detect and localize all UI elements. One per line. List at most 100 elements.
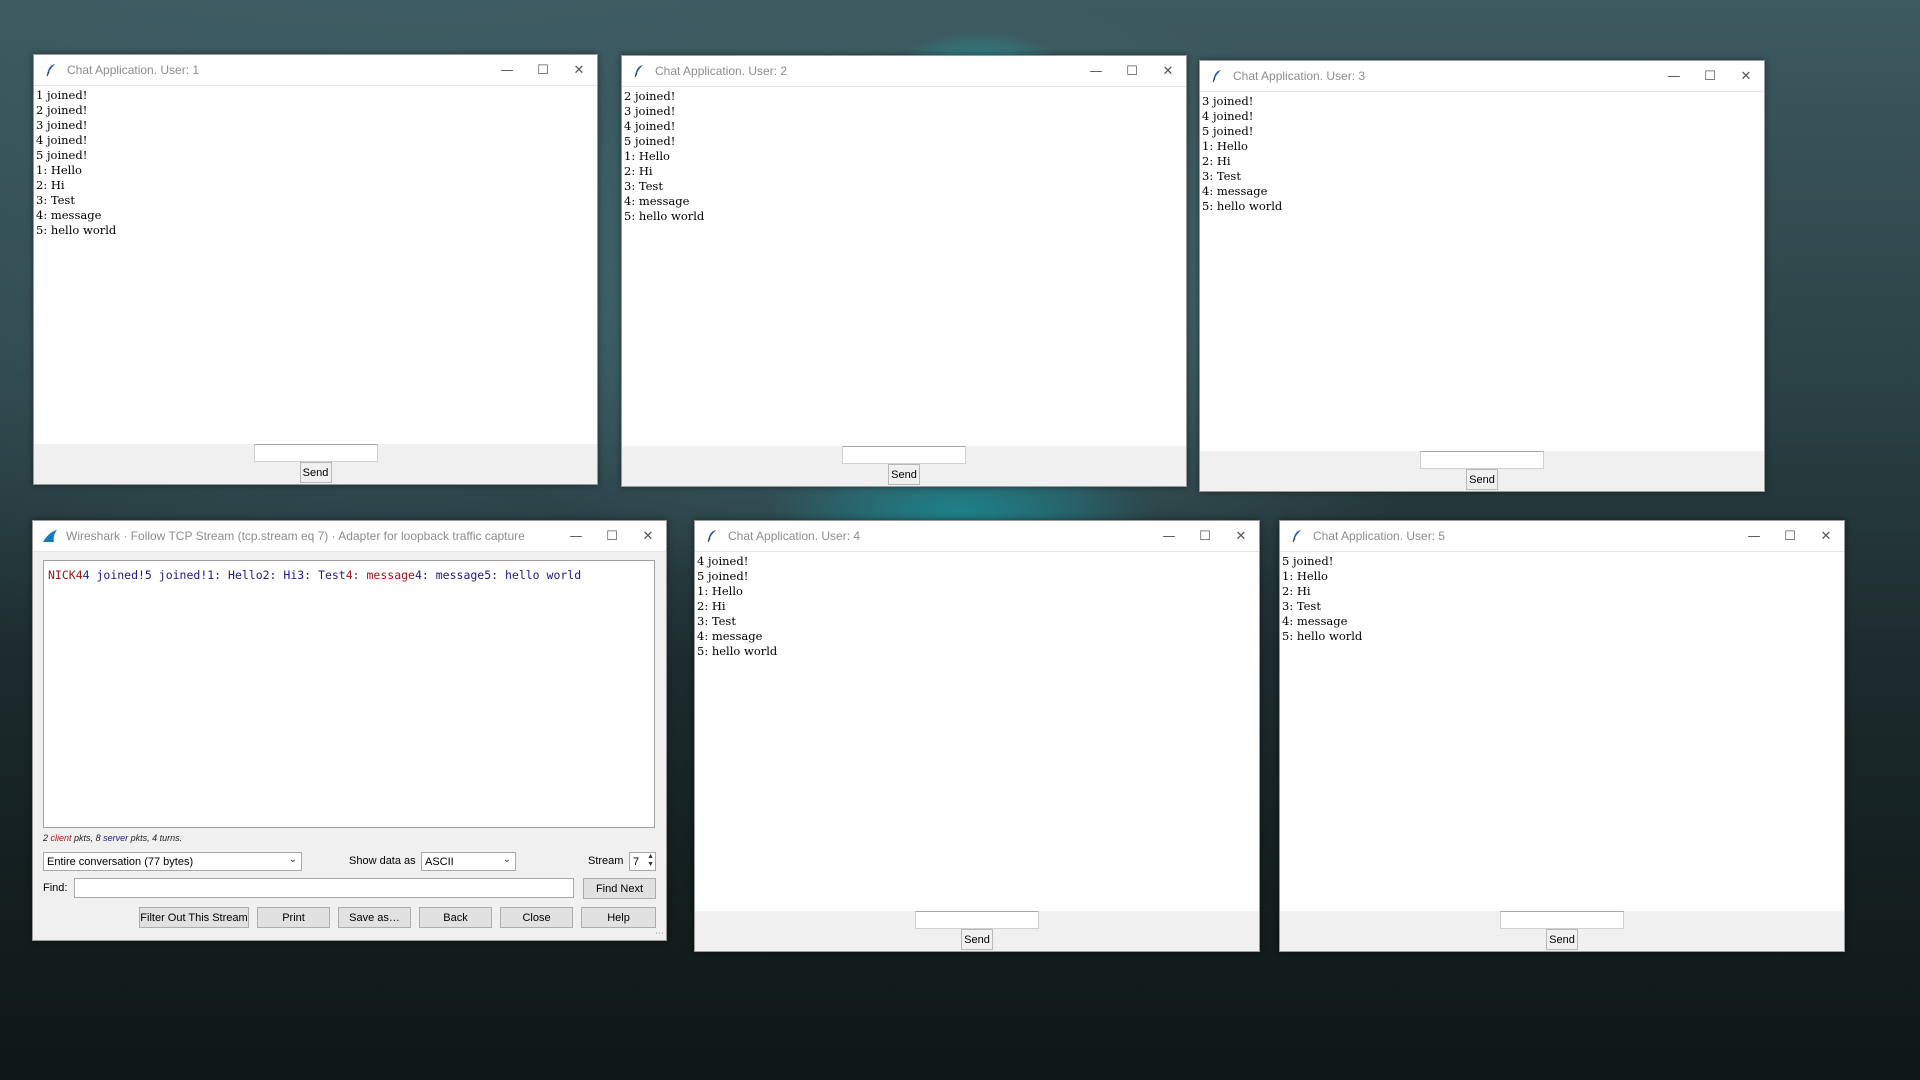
message-lines: 4 joined! 5 joined! 1: Hello 2: Hi 3: Te… (697, 554, 778, 658)
window-titlebar[interactable]: Chat Application. User: 1 — ☐ ✕ (34, 55, 597, 86)
stream-segment: 4 joined!5 joined!1: Hello2: Hi3: Test (82, 568, 346, 582)
resize-grip-icon[interactable]: ⋯ (655, 930, 664, 939)
maximize-icon[interactable]: ☐ (1114, 56, 1150, 86)
show-data-value: ASCII (425, 855, 454, 868)
message-log: 5 joined! 1: Hello 2: Hi 3: Test 4: mess… (1280, 552, 1844, 911)
message-input[interactable] (1500, 911, 1624, 929)
show-data-select[interactable]: ASCII ⌄ (421, 852, 516, 871)
wireshark-follow-stream-dialog[interactable]: Wireshark · Follow TCP Stream (tcp.strea… (32, 520, 667, 941)
send-button[interactable]: Send (299, 462, 332, 483)
feather-icon (704, 528, 720, 544)
window-title: Chat Application. User: 1 (67, 63, 200, 77)
message-lines: 2 joined! 3 joined! 4 joined! 5 joined! … (624, 89, 705, 223)
maximize-icon[interactable]: ☐ (525, 55, 561, 85)
window-title: Chat Application. User: 5 (1313, 529, 1446, 543)
chat-window-user-4[interactable]: Chat Application. User: 4 — ☐ ✕ 4 joined… (694, 520, 1260, 952)
maximize-icon[interactable]: ☐ (594, 521, 630, 551)
minimize-icon[interactable]: — (1151, 521, 1187, 551)
stream-text: NICK44 joined!5 joined!1: Hello2: Hi3: T… (44, 561, 654, 589)
chat-window-user-1[interactable]: Chat Application. User: 1 — ☐ ✕ 1 joined… (33, 54, 598, 485)
feather-icon (631, 63, 647, 79)
minimize-icon[interactable]: — (1078, 56, 1114, 86)
show-data-label: Show data as (349, 855, 416, 867)
stream-segment: NICK4 (48, 568, 83, 582)
find-input[interactable] (74, 878, 574, 898)
send-button[interactable]: Send (961, 929, 993, 950)
find-label: Find: (43, 882, 68, 894)
maximize-icon[interactable]: ☐ (1692, 61, 1728, 91)
window-titlebar[interactable]: Wireshark · Follow TCP Stream (tcp.strea… (33, 521, 666, 552)
chat-window-user-3[interactable]: Chat Application. User: 3 — ☐ ✕ 3 joined… (1199, 60, 1765, 492)
server-word: server (103, 833, 129, 843)
input-bar: Send (1280, 911, 1844, 951)
message-log: 3 joined! 4 joined! 5 joined! 1: Hello 2… (1200, 92, 1764, 451)
spin-arrows-icon[interactable]: ▲ ▼ (647, 853, 654, 869)
message-input[interactable] (1420, 451, 1544, 469)
feather-icon (1289, 528, 1305, 544)
find-next-button[interactable]: Find Next (583, 878, 656, 899)
input-bar: Send (695, 911, 1259, 951)
message-lines: 3 joined! 4 joined! 5 joined! 1: Hello 2… (1202, 94, 1283, 213)
window-title: Chat Application. User: 3 (1233, 69, 1366, 83)
chevron-down-icon: ⌄ (502, 854, 511, 865)
client-word: client (50, 833, 72, 843)
window-titlebar[interactable]: Chat Application. User: 2 — ☐ ✕ (622, 56, 1186, 87)
stream-label: Stream (588, 855, 624, 867)
minimize-icon[interactable]: — (558, 521, 594, 551)
send-button[interactable]: Send (1466, 469, 1498, 490)
stats-tail: pkts, 4 turns. (128, 833, 183, 843)
input-bar: Send (34, 444, 597, 484)
input-bar: Send (622, 446, 1186, 486)
close-button[interactable]: Close (500, 907, 573, 928)
stream-number: 7 (633, 855, 640, 868)
input-bar: Send (1200, 451, 1764, 491)
minimize-icon[interactable]: — (1656, 61, 1692, 91)
print-button[interactable]: Print (257, 907, 330, 928)
conversation-select[interactable]: Entire conversation (77 bytes) ⌄ (43, 852, 302, 871)
message-input[interactable] (842, 446, 966, 464)
stream-segment: 4: message (345, 568, 415, 582)
wireshark-fin-icon (42, 528, 58, 544)
chat-window-user-2[interactable]: Chat Application. User: 2 — ☐ ✕ 2 joined… (621, 55, 1187, 487)
stats-sep: pkts, (71, 833, 96, 843)
help-button[interactable]: Help (581, 907, 656, 928)
stream-stats: 2 client pkts, 8 server pkts, 4 turns. (43, 833, 182, 843)
window-titlebar[interactable]: Chat Application. User: 4 — ☐ ✕ (695, 521, 1259, 552)
close-icon[interactable]: ✕ (1728, 61, 1764, 91)
window-title: Chat Application. User: 2 (655, 64, 788, 78)
stream-content-pane[interactable]: NICK44 joined!5 joined!1: Hello2: Hi3: T… (43, 560, 655, 828)
window-titlebar[interactable]: Chat Application. User: 3 — ☐ ✕ (1200, 61, 1764, 92)
feather-icon (1209, 68, 1225, 84)
message-input[interactable] (915, 911, 1039, 929)
chat-window-user-5[interactable]: Chat Application. User: 5 — ☐ ✕ 5 joined… (1279, 520, 1845, 952)
message-input[interactable] (253, 444, 378, 462)
conversation-select-value: Entire conversation (77 bytes) (47, 855, 194, 868)
close-icon[interactable]: ✕ (1150, 56, 1186, 86)
send-button[interactable]: Send (888, 464, 920, 485)
window-title: Chat Application. User: 4 (728, 529, 861, 543)
save-as-button[interactable]: Save as… (338, 907, 411, 928)
message-lines: 1 joined! 2 joined! 3 joined! 4 joined! … (36, 88, 117, 237)
minimize-icon[interactable]: — (489, 55, 525, 85)
chevron-down-icon: ⌄ (288, 854, 297, 865)
maximize-icon[interactable]: ☐ (1772, 521, 1808, 551)
stream-spinbox[interactable]: 7 ▲ ▼ (629, 852, 656, 871)
minimize-icon[interactable]: — (1736, 521, 1772, 551)
back-button[interactable]: Back (419, 907, 492, 928)
close-icon[interactable]: ✕ (561, 55, 597, 85)
close-icon[interactable]: ✕ (1223, 521, 1259, 551)
close-icon[interactable]: ✕ (1808, 521, 1844, 551)
filter-out-stream-button[interactable]: Filter Out This Stream (139, 907, 249, 928)
server-pkt-count: 8 (95, 833, 101, 843)
window-title: Wireshark · Follow TCP Stream (tcp.strea… (66, 529, 525, 543)
message-log: 4 joined! 5 joined! 1: Hello 2: Hi 3: Te… (695, 552, 1259, 911)
window-titlebar[interactable]: Chat Application. User: 5 — ☐ ✕ (1280, 521, 1844, 552)
message-log: 1 joined! 2 joined! 3 joined! 4 joined! … (34, 86, 597, 444)
message-lines: 5 joined! 1: Hello 2: Hi 3: Test 4: mess… (1282, 554, 1363, 643)
client-pkt-count: 2 (43, 833, 49, 843)
maximize-icon[interactable]: ☐ (1187, 521, 1223, 551)
message-log: 2 joined! 3 joined! 4 joined! 5 joined! … (622, 87, 1186, 446)
send-button[interactable]: Send (1546, 929, 1578, 950)
stream-segment: 4: message5: hello world (414, 568, 582, 582)
close-icon[interactable]: ✕ (630, 521, 666, 551)
